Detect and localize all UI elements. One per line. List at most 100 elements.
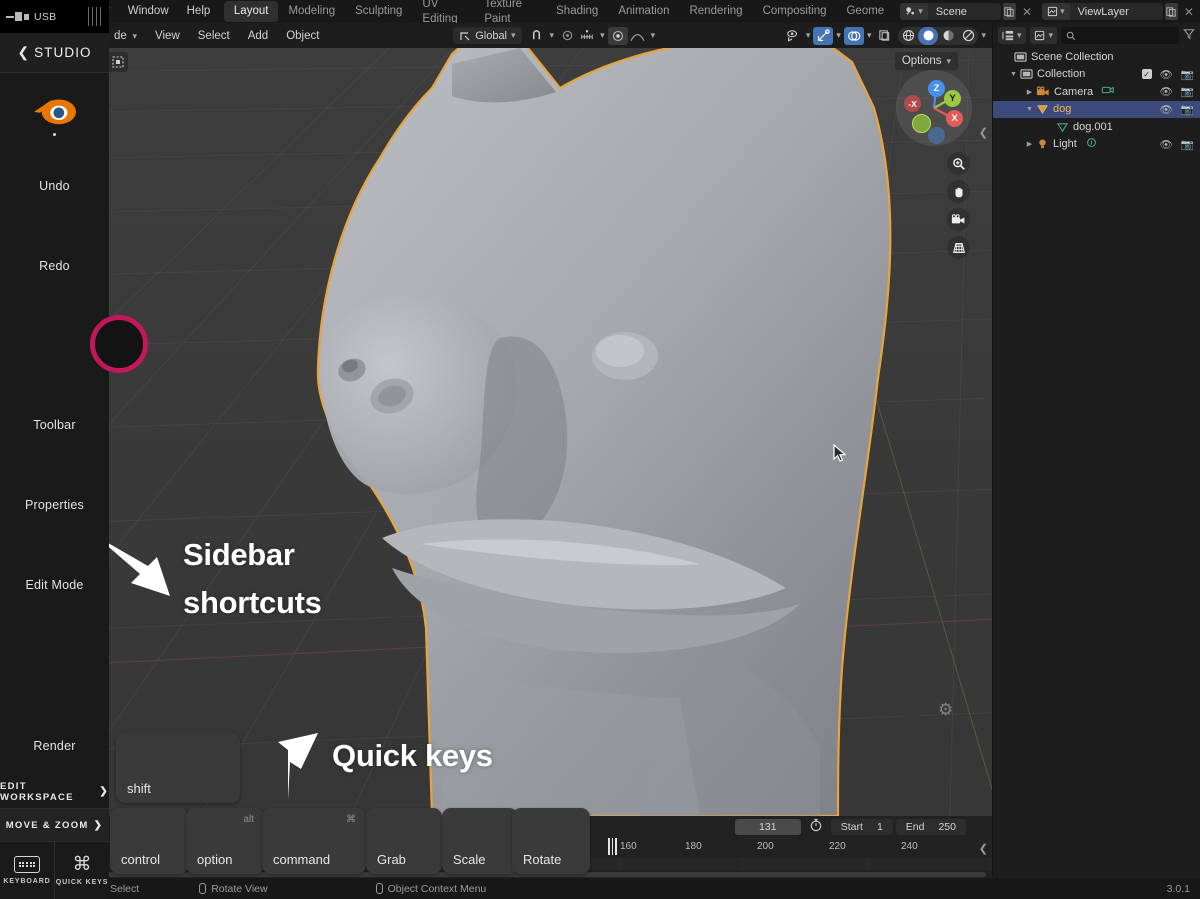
- search-input[interactable]: [1061, 27, 1179, 44]
- scene-new-button[interactable]: [1002, 3, 1017, 20]
- viewport-menu-object[interactable]: Object: [277, 30, 328, 42]
- viewport-options-button[interactable]: Options ▾: [894, 52, 958, 70]
- grid-icon[interactable]: [947, 236, 970, 259]
- outliner-row-light[interactable]: ▶ Light 👁 📷: [993, 136, 1200, 154]
- 3d-viewport[interactable]: ective ction | dog Options ▾ Z Y X -X: [0, 48, 992, 816]
- xray-icon[interactable]: [874, 27, 894, 45]
- frame-end-field[interactable]: End 250: [895, 819, 966, 835]
- move-zoom-button[interactable]: MOVE & ZOOM ❯: [0, 808, 109, 841]
- tab-quick-keys[interactable]: ⌘ QUICK KEYS: [54, 842, 109, 899]
- mode-selector[interactable]: de ▾: [105, 30, 146, 42]
- viewport-menu-view[interactable]: View: [146, 30, 189, 42]
- gear-icon[interactable]: ⚙: [938, 700, 953, 720]
- camera-render-icon[interactable]: 📷: [1181, 103, 1194, 116]
- timeline-lane: [868, 858, 992, 870]
- pivot-icon[interactable]: [607, 26, 628, 45]
- gizmo-axis-neg-x[interactable]: -X: [904, 95, 921, 112]
- workspace-tab-rendering[interactable]: Rendering: [679, 1, 752, 22]
- eye-icon[interactable]: 👁: [1160, 85, 1173, 98]
- sidebar-item-edit-mode[interactable]: Edit Mode: [0, 578, 109, 592]
- studio-header[interactable]: ❮ STUDIO: [0, 33, 109, 73]
- scene-close-icon[interactable]: ✕: [1016, 5, 1038, 19]
- filter-id-icon[interactable]: ▾: [1029, 27, 1058, 44]
- timeline-scrollbar[interactable]: [0, 870, 992, 878]
- tab-keyboard[interactable]: KEYBOARD: [0, 842, 54, 899]
- gizmo-axis-x[interactable]: X: [946, 110, 963, 127]
- navigation-gizmo[interactable]: Z Y X -X: [896, 70, 972, 146]
- camera-icon[interactable]: [947, 208, 970, 231]
- select-box-icon[interactable]: [108, 52, 128, 72]
- menu-help[interactable]: Help: [178, 0, 220, 23]
- proportional-editing-icon[interactable]: [557, 27, 577, 45]
- chevron-left-icon[interactable]: ❮: [17, 44, 29, 61]
- expand-triangle-icon[interactable]: ▼: [1023, 106, 1036, 113]
- snap-icon[interactable]: [527, 27, 547, 45]
- timeline-collapse-icon[interactable]: ❮: [979, 842, 988, 855]
- frame-start-field[interactable]: Start 1: [830, 819, 893, 835]
- hand-icon[interactable]: [947, 180, 970, 203]
- eye-icon[interactable]: 👁: [1160, 138, 1173, 151]
- mesh-obj-icon: [1037, 105, 1048, 115]
- workspace-tab-compositing[interactable]: Compositing: [753, 1, 837, 22]
- collection-checkbox[interactable]: ✓: [1141, 69, 1152, 80]
- expand-triangle-icon[interactable]: ▼: [1007, 71, 1020, 78]
- outliner-row-camera[interactable]: ▶ Camera 👁 📷: [993, 83, 1200, 101]
- outliner-row-scene-collection[interactable]: Scene Collection: [993, 48, 1200, 66]
- viewport-menu-add[interactable]: Add: [239, 30, 277, 42]
- sidebar-item-toolbar[interactable]: Toolbar: [0, 418, 109, 432]
- gizmo-axis-z[interactable]: Z: [928, 80, 945, 97]
- workspace-tab-modeling[interactable]: Modeling: [278, 1, 345, 22]
- workspace-tab-geometry-nodes[interactable]: Geome: [836, 1, 894, 22]
- viewlayer-selector[interactable]: ▾ ViewLayer: [1042, 3, 1163, 20]
- status-rotate-view: Rotate View: [199, 883, 268, 895]
- expand-triangle-icon[interactable]: ▶: [1023, 140, 1036, 148]
- camera-render-icon[interactable]: 📷: [1181, 85, 1194, 98]
- frame-end-value: 250: [938, 821, 956, 833]
- outliner-row-collection[interactable]: ▼ Collection ✓ 👁 📷: [993, 66, 1200, 84]
- shading-rendered-icon[interactable]: [958, 27, 978, 45]
- sidebar-item-properties[interactable]: Properties: [0, 498, 109, 512]
- sidebar-item-redo[interactable]: Redo: [0, 259, 109, 273]
- camera-render-icon[interactable]: 📷: [1181, 138, 1194, 151]
- timeline-lane: [124, 858, 248, 870]
- workspace-tab-layout[interactable]: Layout: [223, 1, 279, 22]
- workspace-tab-sculpting[interactable]: Sculpting: [345, 1, 412, 22]
- eye-icon[interactable]: 👁: [1160, 103, 1173, 116]
- dog-mesh-object[interactable]: [0, 48, 992, 816]
- transform-orientation-selector[interactable]: Global ▾: [453, 27, 522, 44]
- edit-workspace-button[interactable]: EDIT WORKSPACE ❯: [0, 775, 109, 808]
- current-frame-field[interactable]: 131: [734, 819, 801, 835]
- snap-target-icon[interactable]: [577, 27, 597, 45]
- stopwatch-icon[interactable]: [804, 818, 828, 837]
- viewport-sidebar-collapse-icon[interactable]: ❮: [979, 126, 988, 139]
- outliner-row-dog-001[interactable]: dog.001: [993, 118, 1200, 136]
- viewport-menu-select[interactable]: Select: [189, 30, 239, 42]
- gizmo-icon[interactable]: [813, 26, 834, 45]
- zoom-icon[interactable]: [947, 152, 970, 175]
- camera-data-icon[interactable]: [1101, 84, 1115, 99]
- gizmo-axis-y[interactable]: Y: [944, 90, 961, 107]
- gizmo-axis-neg-z[interactable]: [928, 127, 945, 144]
- workspace-tab-shading[interactable]: Shading: [546, 1, 608, 22]
- funnel-icon[interactable]: [1183, 27, 1195, 45]
- sidebar-item-render[interactable]: Render: [0, 739, 109, 753]
- shading-wireframe-icon[interactable]: [898, 27, 918, 45]
- light-data-icon[interactable]: [1085, 137, 1098, 152]
- shading-solid-icon[interactable]: [918, 26, 939, 45]
- eye-icon[interactable]: 👁: [1160, 68, 1173, 81]
- visibility-icon[interactable]: [783, 27, 803, 45]
- menu-window[interactable]: Window: [119, 0, 178, 23]
- viewlayer-new-button[interactable]: [1164, 3, 1178, 20]
- expand-triangle-icon[interactable]: ▶: [1023, 88, 1036, 96]
- gizmo-axis-neg-y[interactable]: [912, 114, 931, 133]
- workspace-tab-animation[interactable]: Animation: [608, 1, 679, 22]
- viewlayer-close-icon[interactable]: ✕: [1178, 5, 1200, 19]
- outliner-row-dog[interactable]: ▼ dog 👁 📷: [993, 100, 1200, 118]
- sidebar-item-undo[interactable]: Undo: [0, 179, 109, 193]
- outliner-display-icon[interactable]: ▾: [998, 27, 1026, 44]
- shading-material-icon[interactable]: [938, 27, 958, 45]
- scene-selector[interactable]: ▾ Scene: [900, 3, 1001, 20]
- camera-render-icon[interactable]: 📷: [1181, 68, 1194, 81]
- overlays-icon[interactable]: [843, 26, 864, 45]
- timeline-ruler[interactable]: 160 180 200 220 240: [0, 838, 992, 858]
